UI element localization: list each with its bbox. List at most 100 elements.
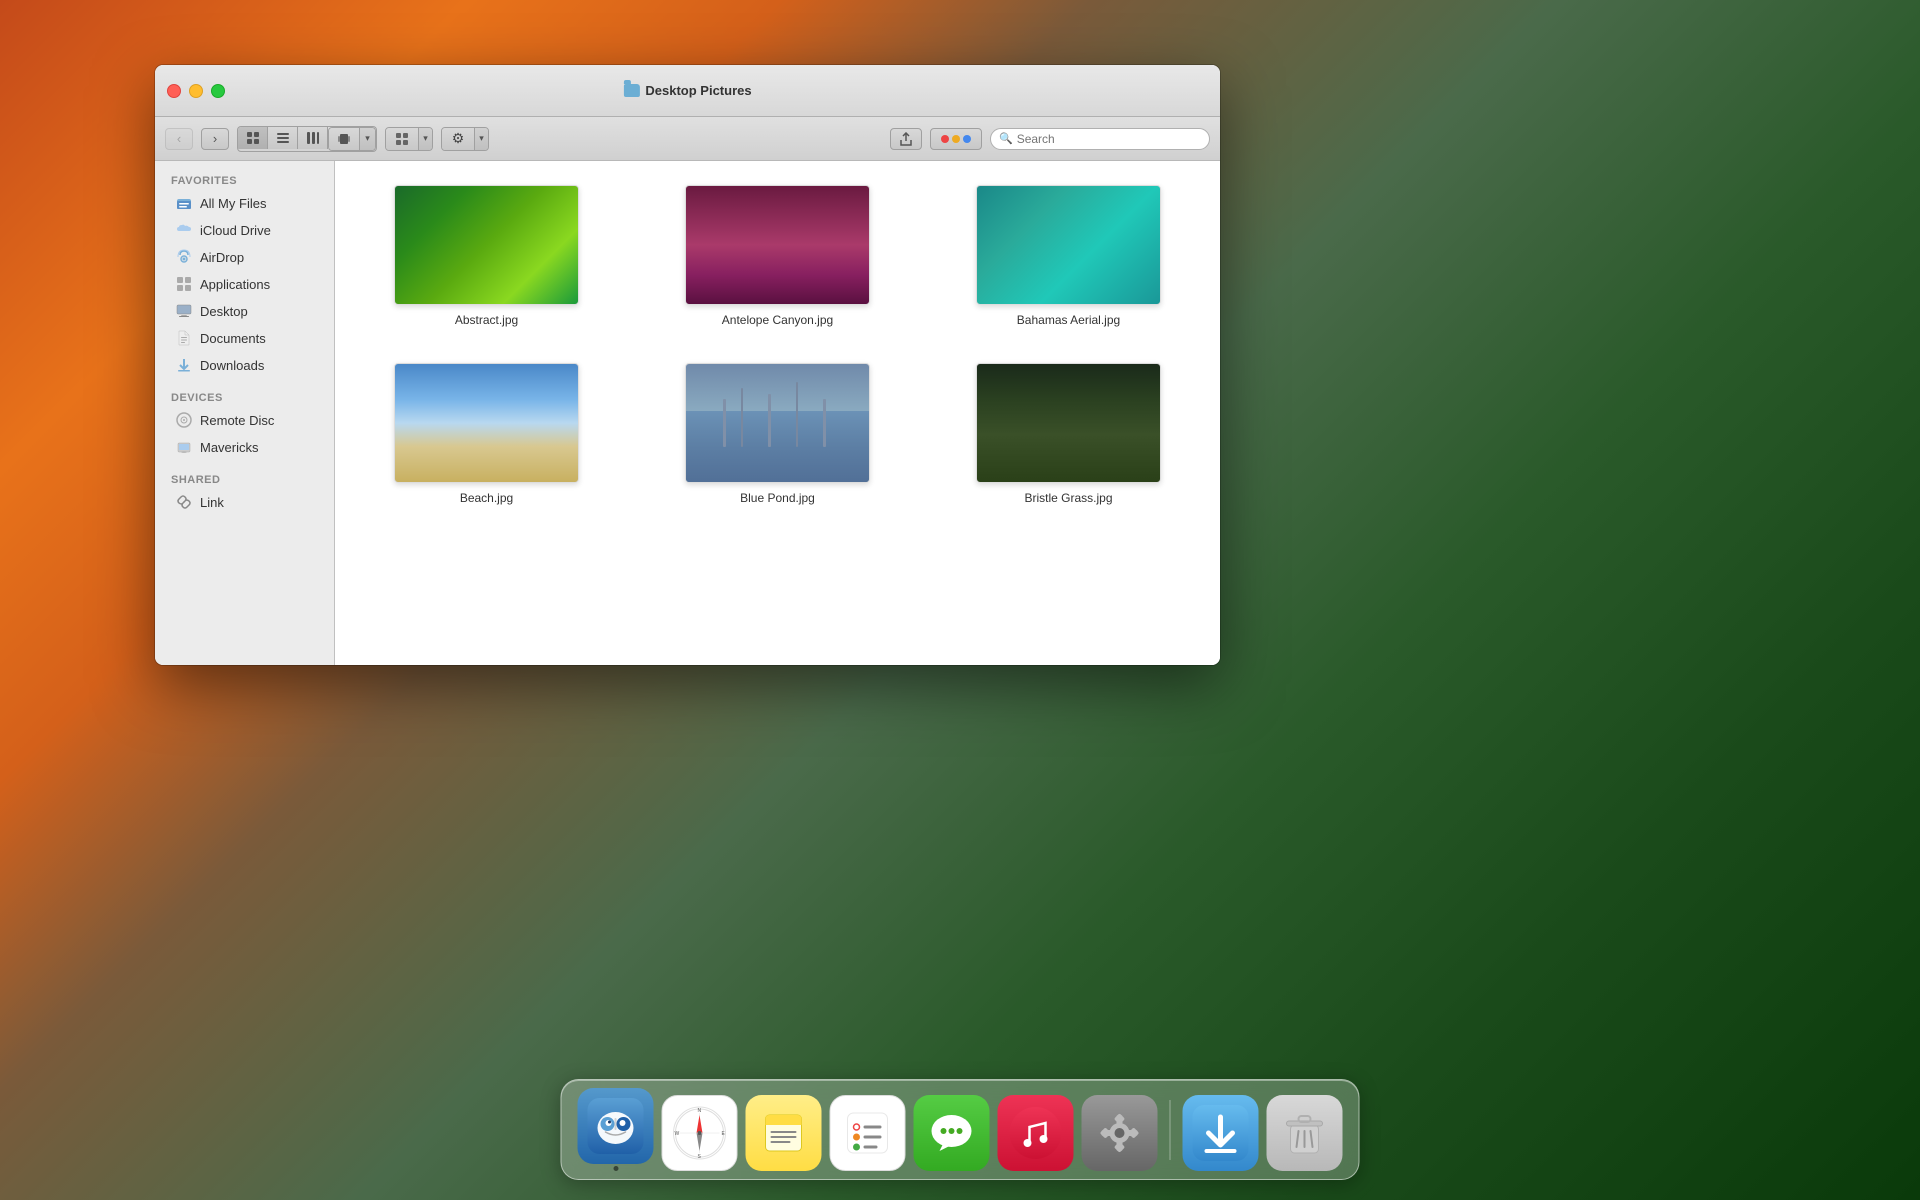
favorites-header: Favorites — [155, 169, 334, 189]
sidebar-item-applications[interactable]: Applications — [159, 271, 330, 297]
view-buttons: ▾ — [237, 126, 377, 152]
sidebar: Favorites All My Files — [155, 161, 335, 665]
sidebar-item-documents[interactable]: Documents — [159, 325, 330, 351]
toolbar: ‹ › — [155, 117, 1220, 161]
finder-dot — [613, 1166, 618, 1171]
dock-item-safari[interactable]: N S E W — [662, 1095, 738, 1171]
downloads-icon — [175, 356, 193, 374]
arrange-dropdown-arrow[interactable]: ▾ — [418, 128, 432, 150]
all-my-files-label: All My Files — [200, 196, 266, 211]
grid-icon — [246, 131, 260, 145]
maximize-button[interactable] — [211, 84, 225, 98]
documents-icon — [175, 329, 193, 347]
dock-separator — [1170, 1100, 1171, 1160]
sidebar-item-airdrop[interactable]: AirDrop — [159, 244, 330, 270]
column-view-button[interactable] — [298, 127, 328, 149]
bahamas-thumbnail — [976, 185, 1161, 305]
dock-item-notes[interactable] — [746, 1095, 822, 1171]
icon-view-button[interactable] — [238, 127, 268, 149]
dock-container: N S E W — [561, 1079, 1360, 1180]
red-tag — [941, 135, 949, 143]
music-icon — [998, 1095, 1074, 1171]
sidebar-item-desktop[interactable]: Desktop — [159, 298, 330, 324]
minimize-button[interactable] — [189, 84, 203, 98]
action-dropdown-arrow[interactable]: ▾ — [474, 128, 488, 150]
columns-icon — [306, 131, 320, 145]
finder-icon — [578, 1088, 654, 1164]
sysprefs-icon — [1082, 1095, 1158, 1171]
bristle-thumbnail — [976, 363, 1161, 483]
blue-tag — [963, 135, 971, 143]
folder-icon — [623, 84, 639, 97]
share-button[interactable] — [890, 128, 922, 150]
svg-text:W: W — [675, 1131, 680, 1137]
bahamas-filename: Bahamas Aerial.jpg — [1017, 313, 1120, 327]
dock-item-messages[interactable] — [914, 1095, 990, 1171]
list-view-button[interactable] — [268, 127, 298, 149]
window-controls — [167, 84, 225, 98]
dock-item-downloads[interactable] — [1183, 1095, 1259, 1171]
messages-icon — [914, 1095, 990, 1171]
documents-label: Documents — [200, 331, 266, 346]
bluepond-filename: Blue Pond.jpg — [740, 491, 815, 505]
list-icon — [276, 131, 290, 145]
dock-item-music[interactable] — [998, 1095, 1074, 1171]
close-button[interactable] — [167, 84, 181, 98]
gear-icon: ⚙ — [452, 130, 465, 147]
dock-item-trash[interactable] — [1267, 1095, 1343, 1171]
file-item-bahamas[interactable]: Bahamas Aerial.jpg — [933, 177, 1204, 335]
remote-disc-label: Remote Disc — [200, 413, 274, 428]
notes-icon — [746, 1095, 822, 1171]
reminders-icon — [830, 1095, 906, 1171]
file-item-antelope[interactable]: Antelope Canyon.jpg — [642, 177, 913, 335]
search-icon: 🔍 — [999, 132, 1013, 145]
coverflow-view-button[interactable]: ▾ — [328, 127, 376, 151]
file-grid: Abstract.jpg Antelope Canyon.jpg Bahamas… — [335, 161, 1220, 665]
abstract-filename: Abstract.jpg — [455, 313, 518, 327]
sidebar-item-icloud-drive[interactable]: iCloud Drive — [159, 217, 330, 243]
file-item-bristle[interactable]: Bristle Grass.jpg — [933, 355, 1204, 513]
search-bar[interactable]: 🔍 — [990, 128, 1210, 150]
dock-item-reminders[interactable] — [830, 1095, 906, 1171]
link-icon — [175, 493, 193, 511]
devices-header: Devices — [155, 386, 334, 406]
svg-text:N: N — [698, 1108, 702, 1114]
title-bar: Desktop Pictures — [155, 65, 1220, 117]
icloud-drive-icon — [175, 221, 193, 239]
sidebar-item-mavericks[interactable]: Mavericks — [159, 434, 330, 460]
sidebar-item-downloads[interactable]: Downloads — [159, 352, 330, 378]
coverflow-icon — [337, 132, 351, 146]
sidebar-item-all-my-files[interactable]: All My Files — [159, 190, 330, 216]
arrange-icon — [395, 132, 409, 146]
back-button[interactable]: ‹ — [165, 128, 193, 150]
mavericks-icon — [175, 438, 193, 456]
file-item-beach[interactable]: Beach.jpg — [351, 355, 622, 513]
remote-disc-icon — [175, 411, 193, 429]
icloud-drive-label: iCloud Drive — [200, 223, 271, 238]
antelope-thumbnail — [685, 185, 870, 305]
tag-button[interactable] — [930, 128, 982, 150]
forward-button[interactable]: › — [201, 128, 229, 150]
desktop-label: Desktop — [200, 304, 248, 319]
applications-icon — [175, 275, 193, 293]
sidebar-item-link[interactable]: Link — [159, 489, 330, 515]
view-dropdown-arrow[interactable]: ▾ — [359, 128, 375, 150]
main-area: Favorites All My Files — [155, 161, 1220, 665]
file-item-bluepond[interactable]: Blue Pond.jpg — [642, 355, 913, 513]
search-input[interactable] — [1017, 132, 1201, 146]
desktop-icon — [175, 302, 193, 320]
abstract-thumbnail — [394, 185, 579, 305]
arrange-button[interactable]: ▾ — [385, 127, 433, 151]
all-my-files-icon — [175, 194, 193, 212]
beach-thumbnail — [394, 363, 579, 483]
link-label: Link — [200, 495, 224, 510]
sidebar-item-remote-disc[interactable]: Remote Disc — [159, 407, 330, 433]
beach-filename: Beach.jpg — [460, 491, 513, 505]
antelope-filename: Antelope Canyon.jpg — [722, 313, 833, 327]
trash-icon — [1267, 1095, 1343, 1171]
dock-item-sysprefs[interactable] — [1082, 1095, 1158, 1171]
dock-item-finder[interactable] — [578, 1088, 654, 1171]
file-item-abstract[interactable]: Abstract.jpg — [351, 177, 622, 335]
action-button[interactable]: ⚙ ▾ — [441, 127, 489, 151]
safari-icon: N S E W — [662, 1095, 738, 1171]
